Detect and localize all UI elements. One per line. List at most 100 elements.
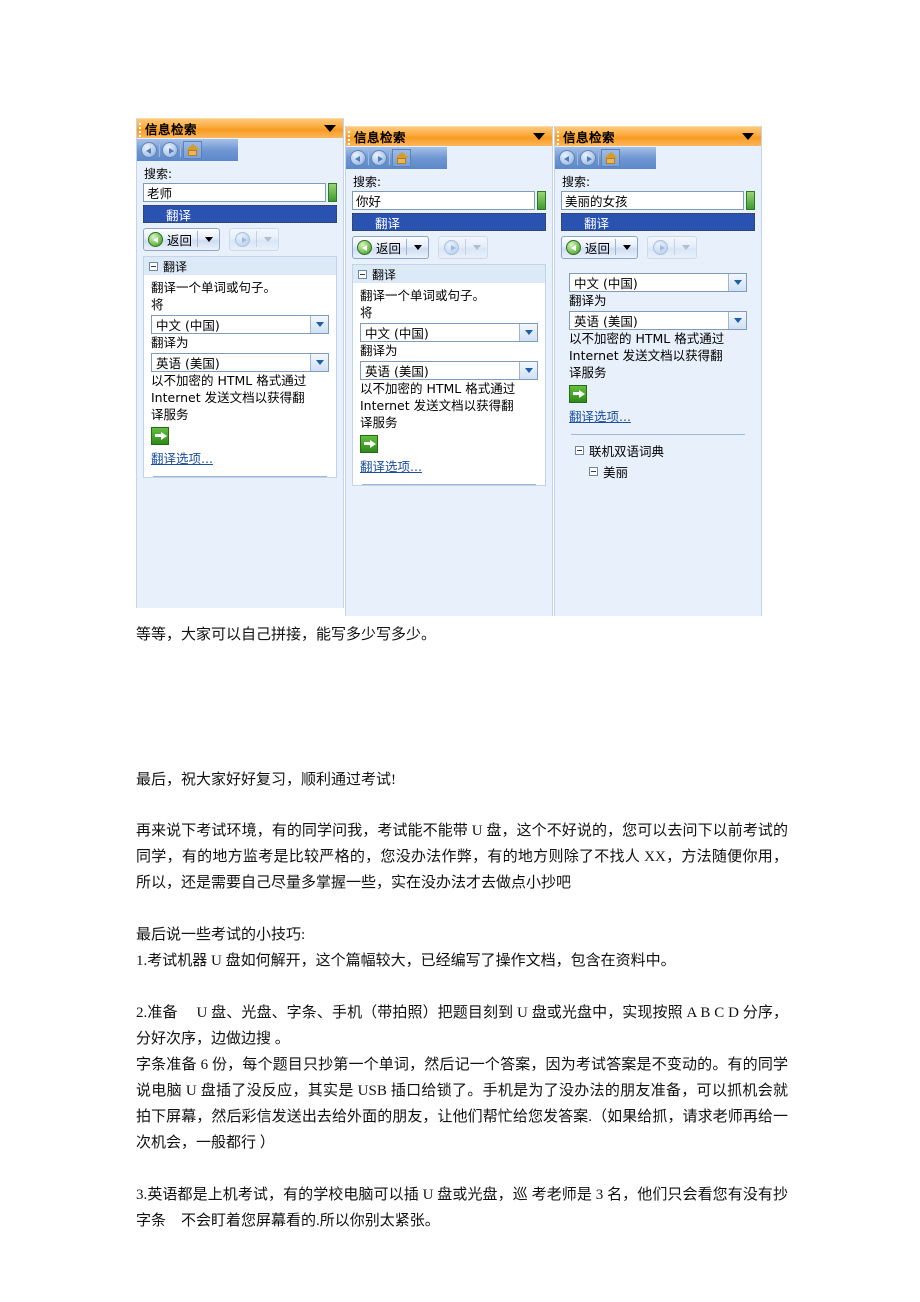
- pane-titlebar[interactable]: 信息检索: [346, 126, 552, 146]
- back-arrow-icon[interactable]: [559, 150, 575, 166]
- chevron-down-icon[interactable]: [728, 274, 746, 291]
- home-icon[interactable]: [183, 141, 202, 159]
- back-button[interactable]: 返回: [143, 227, 221, 251]
- green-arrow-submit-icon[interactable]: [569, 385, 587, 403]
- back-button[interactable]: 返回: [561, 235, 639, 259]
- doc-line-5: 1.考试机器 U 盘如何解开，这个篇幅较大，已经编写了操作文档，包含在资料中。: [136, 953, 676, 969]
- service-select[interactable]: 翻译: [561, 213, 755, 231]
- collapse-icon[interactable]: [589, 467, 598, 476]
- to-label: 翻译为: [569, 293, 607, 308]
- card-header[interactable]: 翻译: [353, 265, 545, 283]
- service-select-value: 翻译: [375, 215, 401, 231]
- back-arrow-icon[interactable]: [141, 142, 157, 158]
- document-page: 信息检索 搜索: 老师 翻译 返回 翻译 翻译一个单词或句子。 将 中文 (中国…: [0, 0, 920, 1302]
- translation-options-link[interactable]: 翻译选项...: [569, 406, 631, 425]
- to-language-value: 英语 (美国): [156, 356, 220, 371]
- doc-para-7: 字条准备 6 份，每个题目只抄第一个单词，然后记一个答案，因为考试答案是不变动的…: [136, 1057, 788, 1151]
- intro-text: 翻译一个单词或句子。: [151, 280, 277, 295]
- start-search-icon[interactable]: [328, 183, 337, 202]
- pane-nav-strip: [346, 146, 552, 170]
- pane-titlebar[interactable]: 信息检索: [137, 118, 343, 138]
- chevron-down-icon[interactable]: [742, 133, 754, 140]
- divider: [180, 143, 181, 157]
- research-pane-2: 信息检索 搜索: 你好 翻译 返回 翻译 翻译一个单词或句子。 将 中文 (中国…: [345, 126, 553, 616]
- collapse-icon[interactable]: [149, 261, 158, 271]
- forward-arrow-icon[interactable]: [371, 150, 387, 166]
- forward-circle-icon: [235, 231, 251, 247]
- to-language-value: 英语 (美国): [574, 314, 638, 329]
- search-label: 搜索:: [562, 175, 591, 189]
- pane-title: 信息检索: [354, 130, 407, 145]
- back-circle-icon: [357, 239, 372, 255]
- forward-button[interactable]: [438, 235, 489, 259]
- chevron-down-icon[interactable]: [533, 133, 545, 140]
- forward-arrow-icon[interactable]: [580, 150, 596, 166]
- chevron-down-icon[interactable]: [310, 354, 328, 371]
- home-icon[interactable]: [392, 149, 411, 167]
- forward-button[interactable]: [647, 235, 698, 259]
- from-language-value: 中文 (中国): [156, 318, 220, 333]
- drag-grip-icon[interactable]: [137, 119, 144, 138]
- chevron-down-icon[interactable]: [473, 244, 482, 250]
- service-select[interactable]: 翻译: [143, 205, 337, 223]
- translation-options-link[interactable]: 翻译选项...: [151, 448, 213, 467]
- chevron-down-icon[interactable]: [623, 244, 632, 250]
- chevron-down-icon[interactable]: [205, 236, 214, 242]
- start-search-icon[interactable]: [537, 191, 546, 210]
- dictionary-node[interactable]: 联机双语词典: [575, 441, 747, 460]
- back-arrow-icon[interactable]: [350, 150, 366, 166]
- from-language-value: 中文 (中国): [574, 276, 638, 291]
- results-card: 翻译 翻译一个单词或句子。 将 中文 (中国) 翻译为 英语 (美国) 以不加密…: [352, 264, 546, 486]
- chevron-down-icon[interactable]: [519, 362, 537, 379]
- chevron-down-icon[interactable]: [264, 236, 273, 242]
- search-label: 搜索:: [353, 175, 382, 189]
- back-button-label: 返回: [585, 240, 611, 256]
- green-arrow-submit-icon[interactable]: [360, 435, 378, 453]
- from-language-select[interactable]: 中文 (中国): [151, 315, 329, 334]
- term-node[interactable]: 美丽: [589, 462, 747, 481]
- to-label: 翻译为: [360, 343, 398, 358]
- chevron-down-icon[interactable]: [728, 312, 746, 329]
- card-header[interactable]: 翻译: [144, 257, 336, 275]
- doc-line-2: 最后，祝大家好好复习，顺利通过考试!: [136, 772, 396, 788]
- pane-nav-strip: [555, 146, 761, 170]
- chevron-down-icon[interactable]: [682, 244, 691, 250]
- privacy-line-1: 以不加密的 HTML 格式通过: [569, 331, 725, 346]
- search-input[interactable]: 美丽的女孩: [561, 191, 744, 210]
- collapse-icon[interactable]: [358, 269, 367, 279]
- chevron-down-icon[interactable]: [414, 244, 423, 250]
- to-language-select[interactable]: 英语 (美国): [151, 353, 329, 372]
- privacy-line-3: 译服务: [151, 407, 189, 422]
- to-language-select[interactable]: 英语 (美国): [360, 361, 538, 380]
- to-language-select[interactable]: 英语 (美国): [569, 311, 747, 330]
- divider: [153, 476, 327, 477]
- doc-line-1: 等等，大家可以自己拼接，能写多少写多少。: [136, 627, 437, 643]
- chevron-down-icon[interactable]: [310, 316, 328, 333]
- service-select[interactable]: 翻译: [352, 213, 546, 231]
- privacy-line-1: 以不加密的 HTML 格式通过: [151, 373, 307, 388]
- forward-circle-icon: [444, 239, 460, 255]
- chevron-down-icon[interactable]: [519, 324, 537, 341]
- back-button[interactable]: 返回: [352, 235, 430, 259]
- back-circle-icon: [566, 239, 581, 255]
- search-input[interactable]: 老师: [143, 183, 326, 202]
- drag-grip-icon[interactable]: [555, 127, 562, 146]
- collapse-icon[interactable]: [575, 446, 584, 455]
- privacy-line-3: 译服务: [360, 415, 398, 430]
- translation-options-link[interactable]: 翻译选项...: [360, 456, 422, 475]
- from-language-select[interactable]: 中文 (中国): [360, 323, 538, 342]
- home-icon[interactable]: [601, 149, 620, 167]
- card-title: 翻译: [163, 259, 188, 274]
- forward-button[interactable]: [229, 227, 280, 251]
- forward-circle-icon: [653, 239, 669, 255]
- drag-grip-icon[interactable]: [346, 127, 353, 146]
- from-language-select[interactable]: 中文 (中国): [569, 273, 747, 292]
- search-label: 搜索:: [144, 167, 173, 181]
- forward-arrow-icon[interactable]: [162, 142, 178, 158]
- search-input[interactable]: 你好: [352, 191, 535, 210]
- start-search-icon[interactable]: [746, 191, 755, 210]
- chevron-down-icon[interactable]: [324, 125, 336, 132]
- from-language-value: 中文 (中国): [365, 326, 429, 341]
- green-arrow-submit-icon[interactable]: [151, 427, 169, 445]
- pane-titlebar[interactable]: 信息检索: [555, 126, 761, 146]
